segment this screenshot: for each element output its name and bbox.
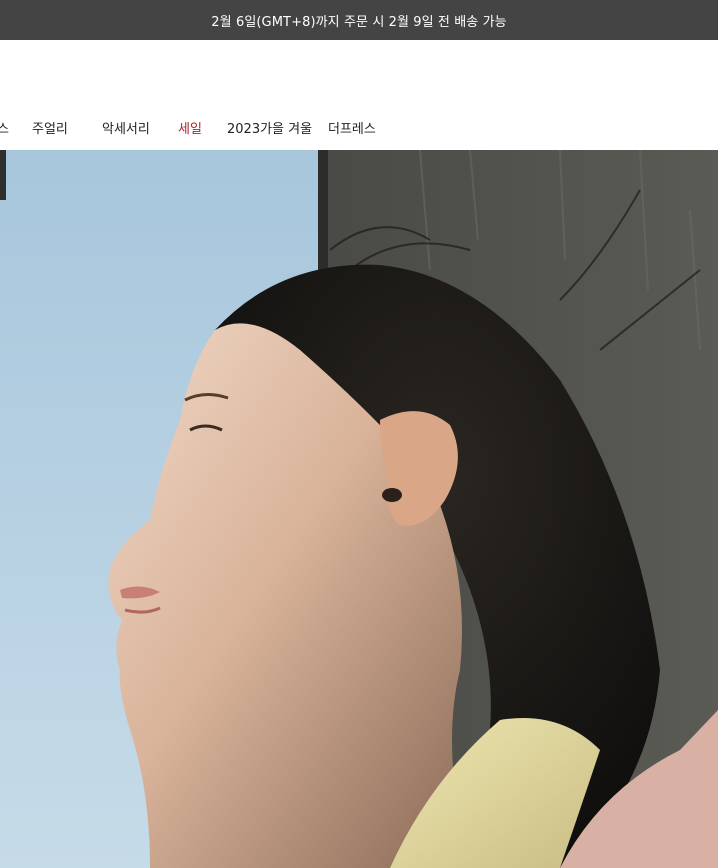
- nav-item-sale[interactable]: 세일: [178, 121, 202, 139]
- nav-item-jewelry[interactable]: 주얼리: [32, 121, 68, 139]
- hero-image: [0, 150, 718, 868]
- nav-item-the-press[interactable]: 더프레스: [328, 121, 376, 139]
- site-header: 스 주얼리 악세서리 세일 2023가을 겨울 더프레스: [0, 40, 718, 150]
- nav-item-partial[interactable]: 스: [0, 121, 9, 139]
- announcement-bar: 2월 6일(GMT+8)까지 주문 시 2월 9일 전 배송 가능: [0, 0, 718, 40]
- nav-item-accessories[interactable]: 악세서리: [102, 121, 150, 139]
- nav-item-fw2023[interactable]: 2023가을 겨울: [227, 121, 312, 139]
- announcement-text: 2월 6일(GMT+8)까지 주문 시 2월 9일 전 배송 가능: [211, 14, 507, 30]
- main-nav: 스 주얼리 악세서리 세일 2023가을 겨울 더프레스: [0, 121, 718, 139]
- hero-video[interactable]: [0, 150, 718, 868]
